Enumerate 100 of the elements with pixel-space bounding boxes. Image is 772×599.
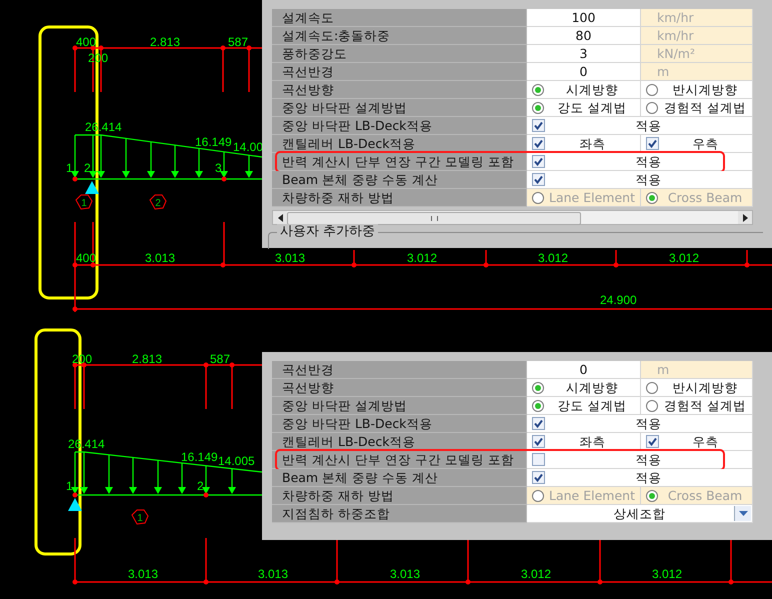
property-label: 중앙 바닥판 설계방법 — [272, 397, 527, 415]
group-label: 사용자 추가하중 — [277, 224, 378, 240]
node-number: 2 — [84, 161, 91, 175]
radio-button[interactable] — [646, 382, 658, 394]
radio-button[interactable] — [646, 102, 658, 114]
option-label: 우측 — [692, 433, 720, 450]
dimension-label: 3.013 — [390, 567, 420, 581]
checkbox[interactable] — [532, 137, 545, 150]
dimension-label: 3.012 — [669, 251, 700, 265]
element-tag-icon — [75, 194, 93, 210]
node-number: 1 — [66, 161, 73, 175]
option-label: Cross Beam — [666, 487, 744, 504]
dimension-label: 3.012 — [652, 567, 682, 581]
property-label: 곡선반경 — [272, 361, 527, 379]
option-label: 반시계방향 — [672, 379, 738, 396]
load-value-label: 16.149 — [181, 450, 218, 464]
property-label: 설계속도 — [272, 9, 527, 27]
radio-button[interactable] — [532, 382, 544, 394]
option-label: 반시계방향 — [672, 81, 738, 98]
checkbox[interactable] — [532, 435, 545, 448]
dimension-label: 3.013 — [145, 251, 176, 265]
unit-label: m — [641, 63, 753, 81]
property-value[interactable]: 3 — [527, 45, 641, 63]
property-label: 차량하중 재하 방법 — [272, 487, 527, 505]
option-label: 경험적 설계법 — [663, 99, 747, 116]
load-value-label: 14.00 — [233, 140, 264, 154]
load-value-label: 14.005 — [218, 454, 255, 468]
option-label: 강도 설계법 — [556, 397, 628, 414]
element-number: 1 — [137, 513, 143, 524]
option-label: 적용 — [634, 469, 662, 486]
dimension-label: 400 — [76, 35, 96, 49]
dimension-label: 3.012 — [521, 567, 552, 581]
checkbox[interactable] — [532, 417, 545, 430]
property-value[interactable]: 0 — [527, 361, 641, 379]
checkbox[interactable] — [646, 435, 659, 448]
option-label: Lane Element — [548, 487, 636, 504]
option-label: 적용 — [634, 451, 662, 468]
option-label: Cross Beam — [666, 189, 744, 206]
element-number: 2 — [155, 198, 161, 209]
dimension-label: 3.012 — [407, 251, 438, 265]
unit-label: m — [641, 361, 753, 379]
checkbox[interactable] — [532, 453, 545, 466]
dimension-label: 587 — [210, 352, 230, 366]
unit-label: km/hr — [641, 9, 753, 27]
property-label: 풍하중강도 — [272, 45, 527, 63]
checkbox[interactable] — [646, 137, 659, 150]
option-label: 적용 — [634, 415, 662, 432]
property-value[interactable]: 0 — [527, 63, 641, 81]
option-label: 우측 — [692, 135, 720, 152]
scroll-right-icon[interactable] — [738, 211, 752, 224]
node-number: 1 — [66, 479, 73, 493]
unit-label: km/hr — [641, 27, 753, 45]
horizontal-scrollbar[interactable] — [272, 210, 753, 225]
property-label: 반력 계산시 단부 연장 구간 모델링 포함 — [272, 451, 527, 469]
element-tag-icon — [149, 194, 167, 210]
element-number: 1 — [81, 198, 87, 209]
scroll-left-icon[interactable] — [273, 211, 287, 224]
property-label: 지점침하 하중조합 — [272, 505, 527, 523]
element-tag-icon — [131, 510, 149, 525]
property-label: Beam 본체 중량 수동 계산 — [272, 171, 527, 189]
checkbox[interactable] — [532, 471, 545, 484]
load-value-label: 16.149 — [195, 135, 232, 149]
property-label: 곡선방향 — [272, 379, 527, 397]
radio-button[interactable] — [646, 84, 658, 96]
radio-button[interactable] — [532, 400, 544, 412]
support-icon — [85, 181, 99, 194]
radio-button[interactable] — [532, 84, 544, 96]
property-value[interactable]: 80 — [527, 27, 641, 45]
dimension-label: 3.013 — [128, 567, 158, 581]
option-label: 좌측 — [578, 433, 606, 450]
property-label: 곡선방향 — [272, 81, 527, 99]
checkbox[interactable] — [532, 155, 545, 168]
dropdown-field[interactable]: 상세조합 — [527, 505, 753, 523]
checkbox[interactable] — [532, 119, 545, 132]
option-label: Lane Element — [548, 189, 636, 206]
checkbox[interactable] — [532, 173, 545, 186]
option-label: 적용 — [634, 153, 662, 170]
property-label: 중앙 바닥판 LB-Deck적용 — [272, 117, 527, 135]
support-icon — [68, 498, 82, 511]
node-number: 3 — [215, 161, 222, 175]
option-label: 시계방향 — [565, 379, 619, 396]
dimension-label: 3.013 — [275, 251, 306, 265]
property-label: 곡선반경 — [272, 63, 527, 81]
radio-button[interactable] — [532, 102, 544, 114]
property-label: Beam 본체 중량 수동 계산 — [272, 469, 527, 487]
property-label: 차량하중 재하 방법 — [272, 189, 527, 207]
dimension-label: 3.012 — [538, 251, 568, 265]
caret-icon — [734, 506, 751, 521]
dimension-label: 3.013 — [258, 567, 288, 581]
scrollbar-thumb[interactable] — [287, 212, 581, 225]
option-label: 적용 — [634, 117, 662, 134]
property-value[interactable]: 100 — [527, 9, 641, 27]
unit-label: kN/m² — [641, 45, 753, 63]
option-label: 적용 — [634, 171, 662, 188]
property-label: 중앙 바닥판 LB-Deck적용 — [272, 415, 527, 433]
property-label: 설계속도:충돌하중 — [272, 27, 527, 45]
option-label: 강도 설계법 — [556, 99, 628, 116]
dimension-label: 587 — [228, 35, 248, 49]
dimension-label: 2.813 — [150, 35, 180, 49]
radio-button[interactable] — [646, 400, 658, 412]
